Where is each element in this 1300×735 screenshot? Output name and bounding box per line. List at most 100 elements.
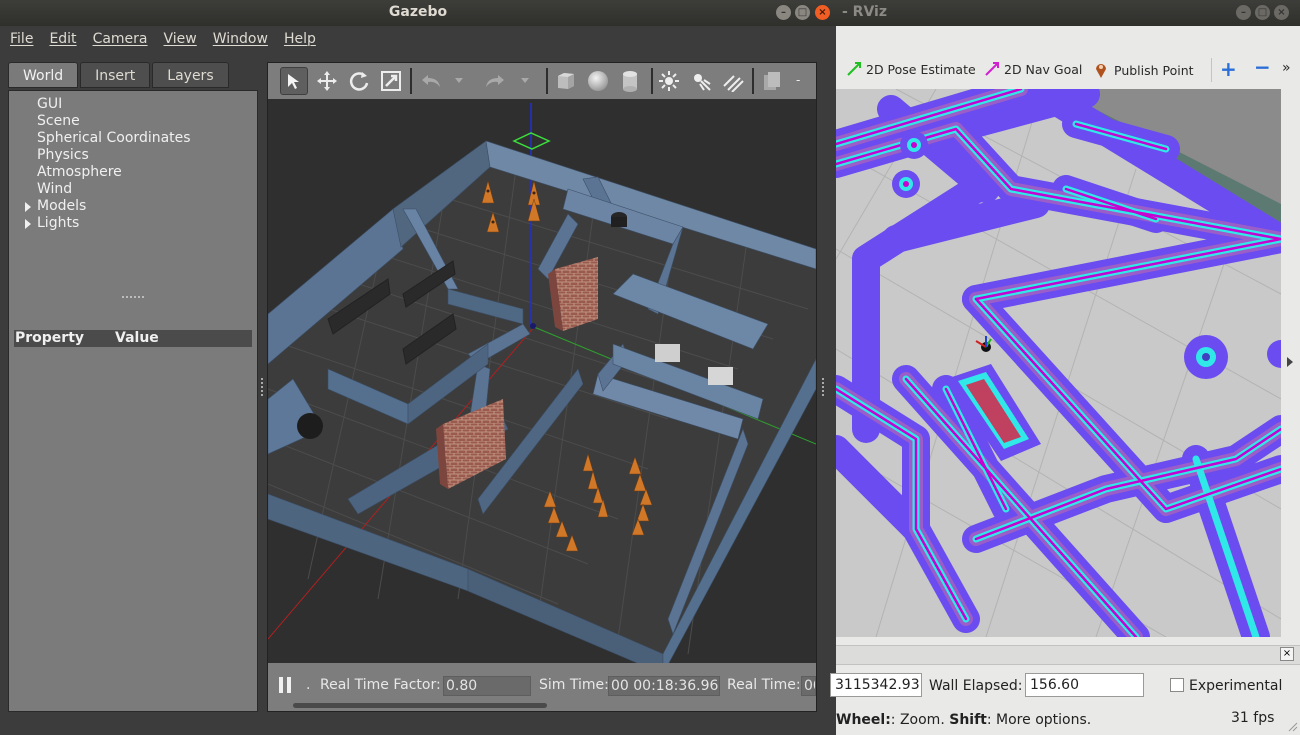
tree-item-physics[interactable]: Physics (37, 147, 89, 163)
tab-insert[interactable]: Insert (80, 62, 151, 88)
map-pin-icon (1096, 64, 1106, 78)
close-icon[interactable]: × (1274, 5, 1289, 20)
status-dot: . (306, 677, 311, 693)
maximize-icon[interactable]: □ (1255, 5, 1270, 20)
sim-time-label: Sim Time: (539, 677, 609, 693)
time-panel-header: × (836, 645, 1300, 665)
menu-bar: File Edit Camera View Window Help (0, 26, 836, 52)
minimize-icon[interactable]: – (1236, 5, 1251, 20)
real-time-factor-label: Real Time Factor: (320, 677, 441, 693)
menu-file[interactable]: File (10, 31, 33, 47)
menu-camera[interactable]: Camera (93, 31, 148, 47)
sim-time-field: 00 00:18:36.960 (608, 676, 720, 696)
tab-layers[interactable]: Layers (152, 62, 229, 88)
resize-grip-icon[interactable] (1288, 722, 1298, 732)
status-shift-key: Shift (949, 712, 987, 728)
tree-item-models[interactable]: Models (37, 198, 86, 214)
real-time-label: Real Time: (727, 677, 801, 693)
rviz-window-title: - RViz (836, 0, 1300, 26)
copy-icon[interactable] (758, 67, 786, 95)
tree-item-gui[interactable]: GUI (37, 96, 62, 112)
panel-resize-handle[interactable] (261, 378, 264, 396)
toolbar-more-icon[interactable]: » (1282, 60, 1291, 76)
rviz-status-bar: Wheel:: Zoom. Shift: More options. 31 fp… (836, 708, 1300, 735)
real-time-field: 00 (801, 676, 816, 696)
rotate-icon[interactable] (345, 67, 373, 95)
status-wheel-key: Wheel: (836, 712, 891, 728)
cylinder-icon[interactable] (616, 67, 644, 95)
remove-tool-icon[interactable]: − (1254, 55, 1271, 79)
toolbar-separator (651, 68, 653, 94)
expand-arrow-icon[interactable] (25, 219, 31, 229)
property-column-header: Property (15, 330, 85, 346)
toolbar-overflow-icon[interactable]: - (796, 73, 800, 87)
panel-resize-handle[interactable] (822, 378, 825, 396)
add-tool-icon[interactable]: + (1220, 57, 1237, 81)
close-panel-icon[interactable]: × (1280, 647, 1294, 661)
undo-dropdown-icon[interactable] (452, 67, 466, 95)
collapse-panel-strip[interactable] (1281, 89, 1300, 637)
box-icon[interactable] (552, 67, 580, 95)
fps-counter: 31 fps (1231, 710, 1275, 726)
menu-view[interactable]: View (164, 31, 197, 47)
spot-light-icon[interactable] (687, 67, 715, 95)
redo-icon[interactable] (480, 67, 508, 95)
tree-item-lights[interactable]: Lights (37, 215, 79, 231)
wall-elapsed-label: Wall Elapsed: (929, 678, 1023, 694)
rviz-3d-view[interactable] (836, 89, 1281, 637)
directional-light-icon[interactable] (719, 67, 747, 95)
render-view: - . Real Time Factor: 0.80 Sim Time: 00 … (267, 62, 817, 712)
experimental-label: Experimental (1189, 678, 1283, 694)
gazebo-toolbar: - (268, 63, 816, 99)
publish-point-tool[interactable]: Publish Point (1094, 61, 1194, 79)
gazebo-window: Gazebo – □ × File Edit Camera View Windo… (0, 0, 836, 735)
ros-elapsed-field[interactable]: 3115342.93 (830, 673, 922, 697)
tab-world[interactable]: World (8, 62, 79, 88)
status-options-text: : More options. (986, 712, 1092, 728)
status-scrollbar[interactable] (293, 703, 547, 708)
nav-goal-tool[interactable]: 2D Nav Goal (984, 61, 1082, 77)
menu-help[interactable]: Help (284, 31, 316, 47)
status-bar: . Real Time Factor: 0.80 Sim Time: 00 00… (268, 663, 816, 711)
menu-window[interactable]: Window (213, 31, 268, 47)
select-arrow-icon[interactable] (280, 67, 308, 95)
tree-item-wind[interactable]: Wind (37, 181, 72, 197)
pose-estimate-tool[interactable]: 2D Pose Estimate (846, 61, 976, 77)
toolbar-separator (752, 68, 754, 94)
wall-elapsed-field[interactable]: 156.60 (1025, 673, 1144, 697)
minimize-icon[interactable]: – (776, 5, 791, 20)
point-light-icon[interactable] (655, 67, 683, 95)
redo-dropdown-icon[interactable] (518, 67, 532, 95)
property-table-header: Property Value (14, 330, 252, 347)
rviz-menu-area (836, 26, 1300, 52)
rviz-window: - RViz – □ × 2D Pose Estimate 2D Nav Goa… (830, 0, 1300, 735)
status-zoom-text: : Zoom. (890, 712, 950, 728)
3d-scene-viewport[interactable] (268, 99, 816, 663)
close-icon[interactable]: × (815, 5, 830, 20)
tree-item-atmosphere[interactable]: Atmosphere (37, 164, 122, 180)
pause-icon[interactable] (279, 677, 293, 693)
menu-edit[interactable]: Edit (49, 31, 76, 47)
tree-item-scene[interactable]: Scene (37, 113, 80, 129)
left-panel: World Insert Layers GUI Scene Spherical … (8, 62, 258, 712)
toolbar-separator (546, 68, 548, 94)
world-tree-pane: GUI Scene Spherical Coordinates Physics … (8, 90, 258, 712)
rviz-toolbar: 2D Pose Estimate 2D Nav Goal Publish Poi… (836, 52, 1300, 88)
sphere-icon[interactable] (584, 67, 612, 95)
real-time-factor-field: 0.80 (443, 676, 531, 696)
splitter-handle[interactable] (122, 296, 144, 298)
experimental-checkbox[interactable] (1170, 678, 1184, 692)
window-title: Gazebo (0, 0, 836, 26)
toolbar-separator (410, 68, 412, 94)
scale-icon[interactable] (377, 67, 405, 95)
undo-icon[interactable] (418, 67, 446, 95)
expand-arrow-icon[interactable] (25, 202, 31, 212)
value-column-header: Value (115, 330, 159, 346)
maximize-icon[interactable]: □ (795, 5, 810, 20)
time-panel: 3115342.93 Wall Elapsed: 156.60 Experime… (830, 667, 1300, 707)
magenta-arrow-icon (985, 62, 999, 76)
green-arrow-icon (847, 62, 861, 76)
tree-item-spherical-coordinates[interactable]: Spherical Coordinates (37, 130, 191, 146)
translate-icon[interactable] (313, 67, 341, 95)
toolbar-separator (1211, 58, 1212, 82)
